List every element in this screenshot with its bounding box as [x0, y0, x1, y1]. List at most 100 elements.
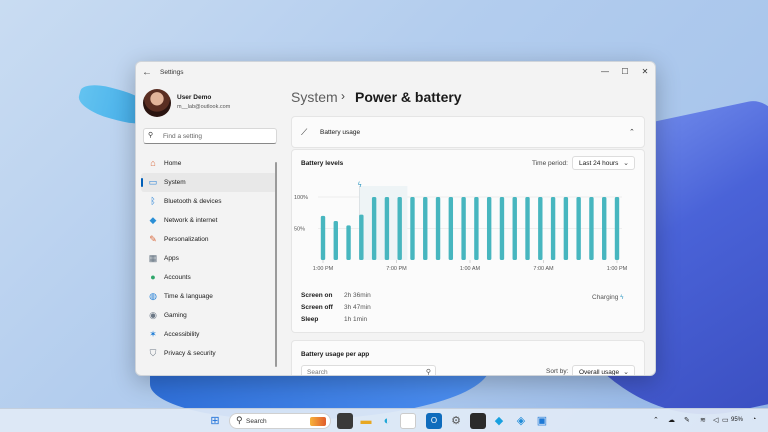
sidebar-scrollbar[interactable] [275, 162, 277, 367]
time-period-dropdown[interactable]: Last 24 hours ⌄ [572, 156, 635, 170]
charging-bolt-icon: ϟ [357, 181, 362, 189]
outlook-icon[interactable]: O [426, 413, 442, 429]
battery-bar [550, 197, 556, 260]
user-name: User Demo [177, 94, 212, 101]
pen-icon[interactable]: ✎ [684, 416, 690, 424]
x-tick-label: 7:00 AM [533, 266, 554, 272]
avatar[interactable] [143, 89, 171, 117]
app-search-placeholder: Search [307, 369, 328, 376]
account-icon: ● [150, 272, 156, 282]
sidebar-item-label: Bluetooth & devices [164, 198, 222, 205]
minimize-button[interactable]: — [598, 65, 612, 79]
cloud-icon[interactable]: ☁ [668, 416, 675, 424]
battery-percent: 95% [731, 417, 744, 423]
sidebar-item-home[interactable]: ⌂ Home [141, 154, 277, 173]
battery-bar [371, 197, 377, 260]
photos-icon[interactable]: ◆ [491, 413, 507, 429]
settings-window: ← Settings — ☐ ✕ User Demo m__lab@outloo… [135, 61, 656, 376]
battery-bar [512, 197, 517, 260]
sidebar-item-label: Accessibility [164, 331, 200, 338]
sidebar-item-apps[interactable]: ▦ Apps [141, 249, 277, 268]
battery-usage-title: Battery usage [320, 129, 361, 136]
sidebar-item-accessibility[interactable]: ✶ Accessibility [141, 325, 277, 344]
chevron-down-icon: ⌄ [623, 369, 629, 376]
sidebar-nav: ⌂ Home ▭ System ᛒ Bluetooth & devices ◆ Network… [141, 154, 277, 363]
settings-search-input[interactable]: ⚲ Find a setting [143, 128, 277, 144]
edge-icon[interactable]: ◐ [379, 413, 395, 429]
battery-usage-header[interactable]: ⟋ Battery usage ⌃ [291, 116, 645, 148]
x-tick-label: 1:00 AM [460, 266, 481, 272]
app-search-input[interactable]: Search ⚲ [301, 365, 436, 376]
accessibility-icon: ✶ [149, 329, 157, 339]
stat-label: Screen off [301, 304, 333, 311]
usage-stats: Screen on 2h 36min Screen off 3h 47min S… [301, 292, 451, 328]
stat-label: Sleep [301, 316, 319, 323]
time-period-label: Time period: [532, 160, 568, 167]
user-email: m__lab@outlook.com [177, 104, 231, 110]
battery-bar [499, 197, 505, 260]
battery-bar [359, 214, 364, 260]
battery-levels-chart[interactable]: ϟ 100% 50% 1:00 PM 7:00 PM 1:00 AM 7:00 AM 1:00… [292, 176, 644, 286]
volume-icon[interactable]: ◁ [713, 416, 718, 424]
battery-bar [576, 197, 581, 260]
back-arrow-icon[interactable]: ← [142, 67, 154, 79]
charging-bolt-icon: ϟ [620, 295, 624, 301]
user-profile[interactable]: User Demo m__lab@outlook.com [143, 88, 283, 118]
chevron-up-icon[interactable]: ⌃ [629, 128, 635, 136]
wifi-icon[interactable]: ≋ [700, 416, 706, 424]
search-placeholder: Find a setting [163, 133, 203, 140]
sidebar-item-system[interactable]: ▭ System [141, 173, 277, 192]
sidebar-item-bluetooth-devices[interactable]: ᛒ Bluetooth & devices [141, 192, 277, 211]
per-app-panel: Battery usage per app Search ⚲ Sort by: … [291, 340, 645, 376]
x-tick-label: 1:00 PM [313, 266, 334, 272]
title-bar[interactable]: ← Settings — ☐ ✕ [136, 62, 655, 84]
battery-bar [474, 197, 479, 260]
search-icon: ⚲ [148, 132, 154, 139]
sidebar-item-accounts[interactable]: ● Accounts [141, 268, 277, 287]
bluetooth-icon: ᛒ [150, 196, 156, 206]
stat-value: 3h 47min [344, 304, 371, 311]
globe-clock-icon: ◍ [149, 291, 157, 301]
x-tick-label: 7:00 PM [386, 266, 407, 272]
stat-row: Screen on 2h 36min [301, 292, 451, 304]
windows-icon[interactable]: ⊞ [207, 413, 223, 429]
notification-icon[interactable]: ◔ [752, 416, 756, 423]
sidebar-item-label: Network & internet [164, 217, 218, 224]
taskbar-search-label: Search [246, 418, 267, 425]
taskbar-search[interactable]: ⚲ Search [229, 413, 331, 429]
per-app-title: Battery usage per app [301, 351, 370, 358]
sidebar-item-gaming[interactable]: ◉ Gaming [141, 306, 277, 325]
sidebar-item-network-internet[interactable]: ◆ Network & internet [141, 211, 277, 230]
charging-label: Charging [592, 294, 619, 301]
system-icon: ▭ [148, 177, 158, 187]
time-period-value: Last 24 hours [579, 160, 619, 167]
stat-value: 2h 36min [344, 292, 371, 299]
close-button[interactable]: ✕ [638, 65, 652, 79]
stat-row: Sleep 1h 1min [301, 316, 451, 328]
x-tick-label: 1:00 PM [607, 266, 628, 272]
stat-value: 1h 1min [344, 316, 368, 323]
maximize-button[interactable]: ☐ [618, 65, 632, 79]
store-icon[interactable] [400, 413, 416, 429]
dev-icon[interactable]: ◈ [513, 413, 529, 429]
battery-bar [602, 197, 607, 260]
y-tick-label: 100% [294, 195, 308, 201]
settings-icon[interactable]: ⚙ [448, 413, 464, 429]
battery-bar [410, 197, 415, 260]
sort-dropdown[interactable]: Overall usage ⌄ [572, 365, 635, 376]
battery-bar [538, 197, 543, 260]
sidebar-item-label: Time & language [164, 293, 213, 300]
breadcrumb-parent[interactable]: System [291, 89, 338, 105]
battery-icon[interactable]: ▭ [722, 416, 729, 424]
folder-icon[interactable]: ▬ [358, 413, 374, 429]
battery-bar [614, 197, 620, 260]
chevron-up-icon[interactable]: ⌃ [653, 416, 659, 424]
battery-levels-label: Battery levels [301, 160, 344, 167]
search-icon: ⚲ [425, 369, 431, 376]
remote-icon[interactable]: ▣ [534, 413, 550, 429]
sidebar-item-time-language[interactable]: ◍ Time & language [141, 287, 277, 306]
sidebar-item-personalization[interactable]: ✎ Personalization [141, 230, 277, 249]
file-explorer-icon[interactable] [337, 413, 353, 429]
sidebar-item-privacy-security[interactable]: ⛉ Privacy & security [141, 344, 277, 363]
terminal-icon[interactable] [470, 413, 486, 429]
